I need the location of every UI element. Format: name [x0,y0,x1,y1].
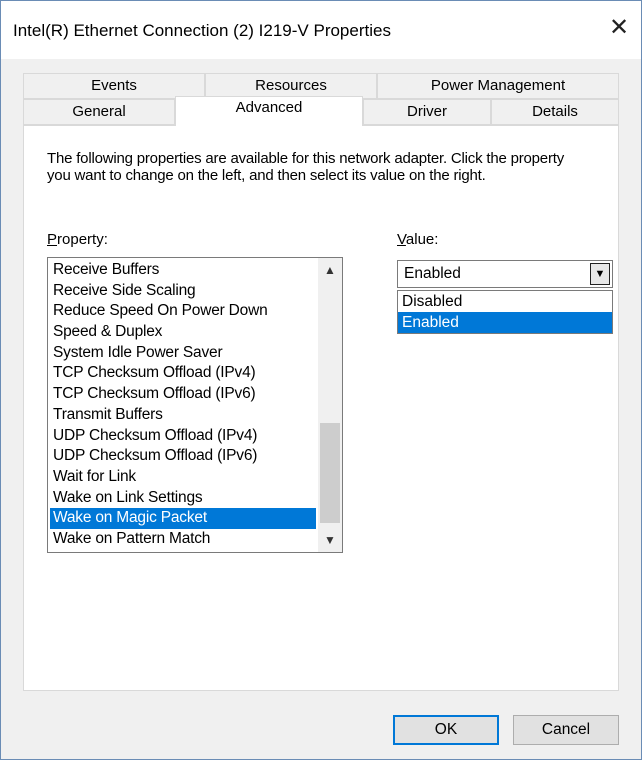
tab-driver[interactable]: Driver [363,99,491,125]
property-scrollbar[interactable]: ▲ ▼ [318,258,342,552]
property-label-text: roperty: [57,231,108,248]
value-option-disabled[interactable]: Disabled [398,291,612,312]
tab-details[interactable]: Details [491,99,619,125]
property-list-item[interactable]: UDP Checksum Offload (IPv6) [50,446,316,467]
property-list-item[interactable]: Wake on Pattern Match [50,529,316,550]
property-list-item[interactable]: Speed & Duplex [50,322,316,343]
property-list-item[interactable]: Receive Buffers [50,260,316,281]
property-list-item[interactable]: Receive Side Scaling [50,281,316,302]
cancel-button[interactable]: Cancel [513,715,619,745]
property-list-item[interactable]: Reduce Speed On Power Down [50,301,316,322]
property-list-item[interactable]: Wake on Link Settings [50,488,316,509]
description-text: The following properties are available f… [47,150,565,184]
property-list-item[interactable]: System Idle Power Saver [50,343,316,364]
property-list-item[interactable]: TCP Checksum Offload (IPv6) [50,384,316,405]
properties-dialog: Intel(R) Ethernet Connection (2) I219-V … [0,0,642,760]
value-combobox[interactable]: Enabled ▼ [397,260,613,288]
scroll-down-icon[interactable]: ▼ [318,528,342,552]
scroll-up-icon[interactable]: ▲ [318,258,342,282]
value-label-text: alue: [405,231,439,248]
property-list-item[interactable]: Wait for Link [50,467,316,488]
property-list-item[interactable]: Wake on Magic Packet [50,508,316,529]
property-list-item[interactable]: UDP Checksum Offload (IPv4) [50,426,316,447]
scrollbar-thumb[interactable] [320,423,340,523]
value-label: Value: [397,231,438,248]
close-icon[interactable]: ✕ [601,11,637,47]
property-label: Property: [47,231,108,248]
property-list-item[interactable]: TCP Checksum Offload (IPv4) [50,363,316,384]
property-listbox[interactable]: Receive Buffers Receive Side Scaling Reduc… [47,257,343,553]
property-label-accelerator: P [47,231,58,248]
value-option-enabled[interactable]: Enabled [398,312,612,333]
value-label-accelerator: V [397,231,406,248]
ok-button[interactable]: OK [393,715,499,745]
property-list-item[interactable]: Transmit Buffers [50,405,316,426]
tab-power-management[interactable]: Power Management [377,73,619,99]
value-current: Enabled [404,265,461,282]
tab-general[interactable]: General [23,99,175,125]
title-bar[interactable]: Intel(R) Ethernet Connection (2) I219-V … [1,1,641,59]
dropdown-arrow-icon[interactable]: ▼ [590,263,610,285]
value-dropdown-list: Disabled Enabled [397,290,613,334]
tab-advanced[interactable]: Advanced [175,96,363,126]
window-title: Intel(R) Ethernet Connection (2) I219-V … [13,21,391,40]
property-list: Receive Buffers Receive Side Scaling Reduc… [50,260,316,550]
